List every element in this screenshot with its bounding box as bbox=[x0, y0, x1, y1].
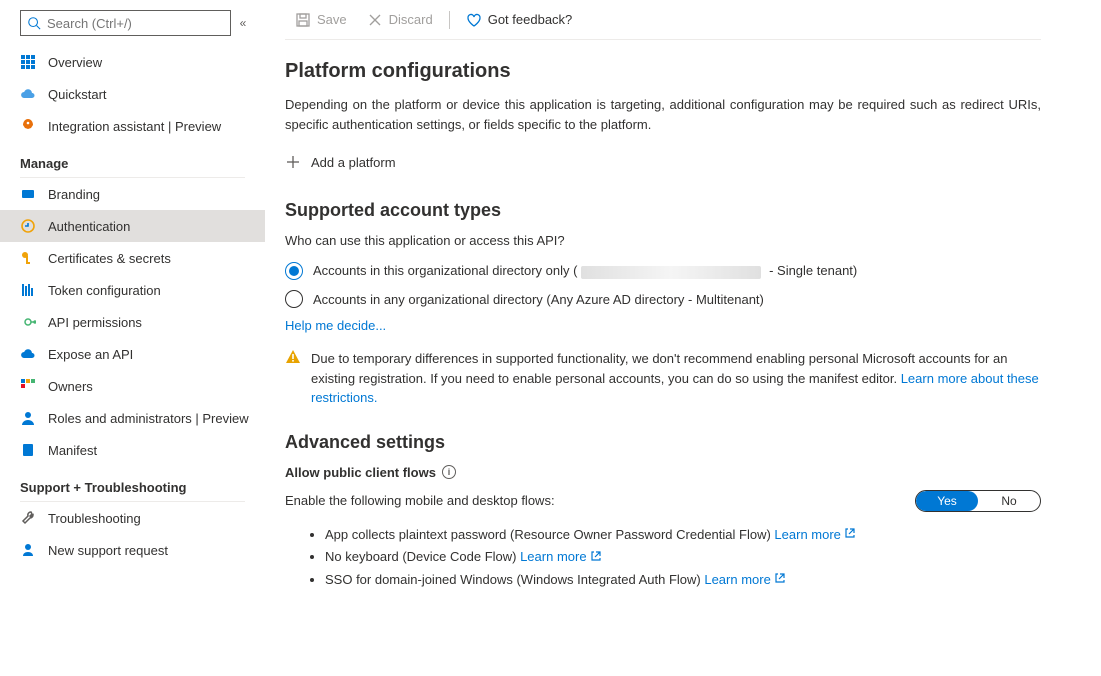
sidebar: « Overview Quickstart Integration assist… bbox=[0, 0, 265, 676]
discard-icon bbox=[367, 12, 383, 28]
heart-icon bbox=[466, 12, 482, 28]
token-icon bbox=[20, 282, 36, 298]
sidebar-item-label: Owners bbox=[48, 379, 93, 394]
warning-box: Due to temporary differences in supporte… bbox=[285, 349, 1041, 408]
advanced-heading: Advanced settings bbox=[285, 432, 1041, 453]
save-button[interactable]: Save bbox=[285, 0, 357, 40]
toggle-no: No bbox=[978, 491, 1040, 511]
sidebar-item-apiperm[interactable]: API permissions bbox=[0, 306, 265, 338]
sidebar-item-label: New support request bbox=[48, 543, 168, 558]
external-link-icon bbox=[590, 549, 602, 567]
toolbar: Save Discard Got feedback? bbox=[285, 0, 1041, 40]
public-client-toggle[interactable]: Yes No bbox=[915, 490, 1041, 512]
wrench-icon bbox=[20, 510, 36, 526]
owners-icon bbox=[20, 378, 36, 394]
sidebar-item-expose[interactable]: Expose an API bbox=[0, 338, 265, 370]
list-item: No keyboard (Device Code Flow) Learn mor… bbox=[325, 548, 1041, 567]
sidebar-item-quickstart[interactable]: Quickstart bbox=[0, 78, 265, 110]
sidebar-item-manifest[interactable]: Manifest bbox=[0, 434, 265, 466]
enable-flows-text: Enable the following mobile and desktop … bbox=[285, 493, 555, 508]
nav-section-manage: Manage bbox=[0, 142, 265, 177]
sidebar-item-label: API permissions bbox=[48, 315, 142, 330]
tag-icon bbox=[20, 186, 36, 202]
collapse-sidebar-button[interactable]: « bbox=[231, 16, 255, 30]
sidebar-item-integration[interactable]: Integration assistant | Preview bbox=[0, 110, 265, 142]
learn-more-link[interactable]: Learn more bbox=[704, 572, 785, 587]
discard-button[interactable]: Discard bbox=[357, 0, 443, 40]
sidebar-item-tokenconfig[interactable]: Token configuration bbox=[0, 274, 265, 306]
rocket-icon bbox=[20, 118, 36, 134]
key-icon bbox=[20, 250, 36, 266]
toggle-yes: Yes bbox=[916, 491, 978, 511]
sidebar-item-label: Integration assistant | Preview bbox=[48, 119, 221, 134]
sidebar-item-label: Token configuration bbox=[48, 283, 161, 298]
sidebar-item-newsupport[interactable]: New support request bbox=[0, 534, 265, 566]
sidebar-item-authentication[interactable]: Authentication bbox=[0, 210, 265, 242]
radio-icon bbox=[285, 262, 303, 280]
external-link-icon bbox=[774, 571, 786, 589]
auth-icon bbox=[20, 218, 36, 234]
sidebar-item-overview[interactable]: Overview bbox=[0, 46, 265, 78]
account-heading: Supported account types bbox=[285, 200, 1041, 221]
grid-icon bbox=[20, 54, 36, 70]
learn-more-link[interactable]: Learn more bbox=[520, 549, 601, 564]
plus-icon bbox=[285, 154, 301, 170]
radio-single-tenant[interactable]: Accounts in this organizational director… bbox=[285, 262, 1041, 280]
sidebar-item-label: Roles and administrators | Preview bbox=[48, 411, 249, 426]
help-decide-link[interactable]: Help me decide... bbox=[285, 318, 386, 333]
search-input[interactable] bbox=[47, 16, 224, 31]
sidebar-item-label: Branding bbox=[48, 187, 100, 202]
expose-icon bbox=[20, 346, 36, 362]
redacted-tenant-name bbox=[581, 266, 761, 279]
sidebar-item-label: Authentication bbox=[48, 219, 130, 234]
sidebar-item-label: Expose an API bbox=[48, 347, 133, 362]
sidebar-item-label: Overview bbox=[48, 55, 102, 70]
sidebar-item-label: Troubleshooting bbox=[48, 511, 141, 526]
platform-heading: Platform configurations bbox=[285, 60, 1041, 83]
list-item: App collects plaintext password (Resourc… bbox=[325, 526, 1041, 545]
radio-icon bbox=[285, 290, 303, 308]
sidebar-item-label: Manifest bbox=[48, 443, 97, 458]
allow-public-label: Allow public client flows i bbox=[285, 465, 1041, 480]
permissions-icon bbox=[20, 314, 36, 330]
add-platform-button[interactable]: Add a platform bbox=[285, 148, 1041, 176]
sidebar-item-certificates[interactable]: Certificates & secrets bbox=[0, 242, 265, 274]
sidebar-item-troubleshooting[interactable]: Troubleshooting bbox=[0, 502, 265, 534]
list-item: SSO for domain-joined Windows (Windows I… bbox=[325, 571, 1041, 590]
sidebar-item-roles[interactable]: Roles and administrators | Preview bbox=[0, 402, 265, 434]
manifest-icon bbox=[20, 442, 36, 458]
feedback-button[interactable]: Got feedback? bbox=[456, 0, 583, 40]
cloud-icon bbox=[20, 86, 36, 102]
radio-multitenant[interactable]: Accounts in any organizational directory… bbox=[285, 290, 1041, 308]
sidebar-item-label: Quickstart bbox=[48, 87, 107, 102]
search-box[interactable] bbox=[20, 10, 231, 36]
person-icon bbox=[20, 410, 36, 426]
save-icon bbox=[295, 12, 311, 28]
warning-icon bbox=[285, 349, 301, 408]
info-icon[interactable]: i bbox=[442, 465, 456, 479]
external-link-icon bbox=[844, 526, 856, 544]
search-icon bbox=[27, 16, 41, 30]
learn-more-link[interactable]: Learn more bbox=[774, 527, 855, 542]
account-question: Who can use this application or access t… bbox=[285, 233, 1041, 248]
main-content: Save Discard Got feedback? Platform conf… bbox=[265, 0, 1101, 676]
flows-list: App collects plaintext password (Resourc… bbox=[285, 526, 1041, 590]
sidebar-item-owners[interactable]: Owners bbox=[0, 370, 265, 402]
support-icon bbox=[20, 542, 36, 558]
nav-section-support: Support + Troubleshooting bbox=[0, 466, 265, 501]
sidebar-item-branding[interactable]: Branding bbox=[0, 178, 265, 210]
platform-description: Depending on the platform or device this… bbox=[285, 95, 1041, 134]
sidebar-item-label: Certificates & secrets bbox=[48, 251, 171, 266]
